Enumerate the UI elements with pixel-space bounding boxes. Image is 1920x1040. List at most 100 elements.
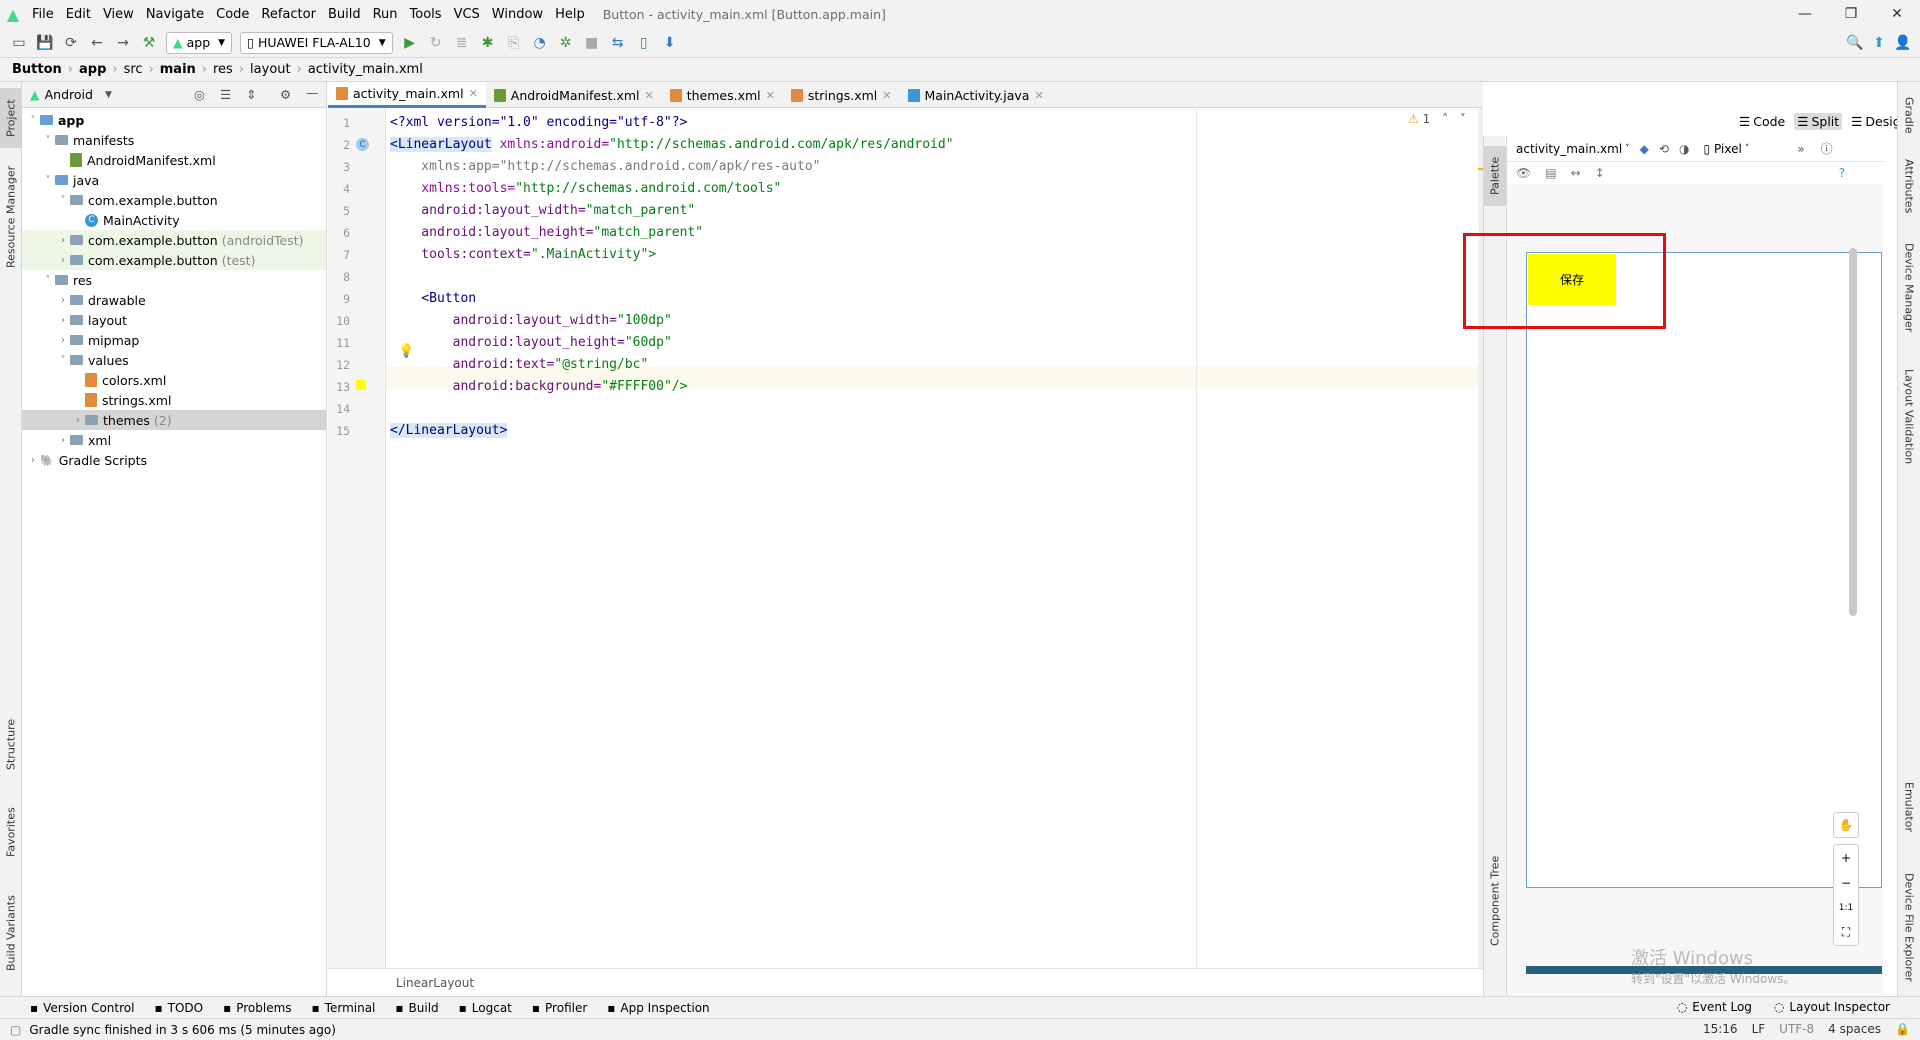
tab-layout-validation[interactable]: Layout Validation (1898, 352, 1920, 482)
chevron-right-icon[interactable]: › (56, 235, 70, 246)
bottom-tab-logcat[interactable]: ▪ Logcat (459, 1001, 512, 1015)
tab-attributes[interactable]: Attributes (1898, 148, 1920, 224)
zoom-actual-size[interactable]: 1:1 (1834, 895, 1858, 920)
menu-vcs[interactable]: VCS (448, 7, 486, 22)
chevron-down-icon[interactable]: ˅ (41, 175, 55, 186)
tab-resource-manager[interactable]: Resource Manager (0, 162, 22, 272)
chevron-down-icon[interactable]: ▼ (105, 90, 112, 100)
back-icon[interactable]: ← (84, 31, 110, 55)
device-select[interactable]: ▯ HUAWEI FLA-AL10 ▼ (240, 31, 393, 54)
editor-tab[interactable]: MainActivity.java ✕ (900, 82, 1052, 108)
editor-tab[interactable]: themes.xml ✕ (662, 82, 783, 108)
make-project-icon[interactable]: ⚒ (136, 31, 162, 55)
view-mode-split[interactable]: ☰ Split (1794, 113, 1843, 130)
attach-debugger-icon[interactable]: ⎘ (501, 31, 527, 55)
run-config-select[interactable]: ▲ app ▼ (166, 31, 233, 54)
menu-navigate[interactable]: Navigate (140, 7, 210, 22)
chevron-right-icon[interactable]: › (56, 295, 70, 306)
tab-build-variants[interactable]: Build Variants (0, 888, 22, 978)
tab-structure[interactable]: Structure (0, 710, 22, 778)
project-view-select[interactable]: Android (45, 87, 93, 102)
save-all-icon[interactable]: 💾 (32, 31, 58, 55)
forward-icon[interactable]: → (110, 31, 136, 55)
menu-help[interactable]: Help (549, 7, 591, 22)
open-folder-icon[interactable]: ▭ (6, 31, 32, 55)
tab-project[interactable]: Project (0, 88, 22, 148)
tree-item[interactable]: ˅ res (22, 270, 326, 290)
sdk-manager-icon[interactable]: ⬇ (657, 31, 683, 55)
bottom-tab-problems[interactable]: ▪ Problems (223, 1001, 291, 1015)
hide-panel-icon[interactable]: — (306, 85, 319, 100)
tab-device-file-explorer[interactable]: Device File Explorer (1898, 862, 1920, 992)
device-preview-frame[interactable]: 保存 (1526, 252, 1882, 888)
menu-window[interactable]: Window (486, 7, 549, 22)
status-panel-icon[interactable]: ▢ (10, 1023, 21, 1037)
tab-device-manager[interactable]: Device Manager (1898, 232, 1920, 344)
layout-file-select[interactable]: activity_main.xml (1516, 142, 1622, 156)
zoom-out-icon[interactable]: − (1834, 870, 1858, 895)
bottom-tab-todo[interactable]: ▪ TODO (154, 1001, 203, 1015)
bottom-tab-version-control[interactable]: ▪ Version Control (30, 1001, 134, 1015)
close-tab-icon[interactable]: ✕ (882, 89, 891, 102)
gradle-sync-icon[interactable]: ⇆ (605, 31, 631, 55)
editor-tab[interactable]: strings.xml ✕ (783, 82, 900, 108)
file-encoding[interactable]: UTF-8 (1779, 1022, 1814, 1036)
chevron-right-icon[interactable]: › (56, 435, 70, 446)
close-tab-icon[interactable]: ✕ (766, 89, 775, 102)
night-mode-icon[interactable]: ◑ (1679, 142, 1689, 156)
chevron-right-icon[interactable]: › (56, 335, 70, 346)
close-tab-icon[interactable]: ✕ (1034, 89, 1043, 102)
tree-item[interactable]: › drawable (22, 290, 326, 310)
chevron-up-icon[interactable]: ˄ (1442, 112, 1448, 126)
tree-item[interactable]: › com.example.button (test) (22, 250, 326, 270)
run-icon[interactable]: ▶ (397, 31, 423, 55)
chevron-down-icon[interactable]: ˅ (56, 195, 70, 206)
profile-icon[interactable]: ◔ (527, 31, 553, 55)
tree-item[interactable]: C MainActivity (22, 210, 326, 230)
bottom-tab-profiler[interactable]: ▪ Profiler (532, 1001, 587, 1015)
maximize-icon[interactable]: ❐ (1828, 0, 1874, 28)
tree-item[interactable]: ˅ java (22, 170, 326, 190)
menu-build[interactable]: Build (322, 7, 367, 22)
close-tab-icon[interactable]: ✕ (645, 89, 654, 102)
chevron-down-icon[interactable]: ˅ (56, 355, 70, 366)
orientation-icon[interactable]: ⟲ (1659, 142, 1669, 156)
tree-item[interactable]: colors.xml (22, 370, 326, 390)
eye-icon[interactable]: 👁 (1516, 166, 1531, 180)
menu-view[interactable]: View (97, 7, 140, 22)
breadcrumb-item[interactable]: app (79, 62, 106, 77)
view-mode-code[interactable]: ☰ Code (1736, 113, 1788, 130)
menu-tools[interactable]: Tools (404, 7, 448, 22)
chevron-right-icon[interactable]: › (26, 455, 40, 466)
rerun-icon[interactable]: ↻ (423, 31, 449, 55)
editor-tab[interactable]: AndroidManifest.xml ✕ (486, 82, 662, 108)
editor-tab[interactable]: activity_main.xml ✕ (328, 82, 486, 108)
vertical-resize-icon[interactable]: ↕ (1595, 166, 1605, 180)
gear-icon[interactable]: ⚙ (280, 87, 291, 102)
blueprint-icon[interactable]: ▤ (1545, 166, 1556, 180)
inspection-widget[interactable]: ⚠ 1 ˄ ˅ (1408, 112, 1466, 126)
menu-run[interactable]: Run (367, 7, 404, 22)
lock-icon[interactable]: 🔒 (1895, 1022, 1910, 1036)
tree-item[interactable]: strings.xml (22, 390, 326, 410)
help-icon[interactable]: ? (1839, 166, 1845, 180)
minimize-icon[interactable]: — (1782, 0, 1828, 28)
attach-profiler-icon[interactable]: ✲ (553, 31, 579, 55)
more-icon[interactable]: » (1797, 142, 1804, 156)
tree-item[interactable]: › xml (22, 430, 326, 450)
tree-item[interactable]: ˅ app (22, 110, 326, 130)
menu-refactor[interactable]: Refactor (255, 7, 322, 22)
caret-position[interactable]: 15:16 (1703, 1022, 1738, 1036)
debug-icon[interactable]: ✱ (475, 31, 501, 55)
chevron-right-icon[interactable]: › (71, 415, 85, 426)
tree-item[interactable]: › 🐘 Gradle Scripts (22, 450, 326, 470)
editor-breadcrumb-item[interactable]: LinearLayout (396, 976, 474, 990)
breadcrumb-item[interactable]: Button (12, 62, 62, 77)
breadcrumb-item[interactable]: src (124, 62, 143, 77)
collapse-all-icon[interactable]: ⇕ (246, 87, 256, 102)
tree-item[interactable]: › com.example.button (androidTest) (22, 230, 326, 250)
chevron-down-icon[interactable]: ˅ (41, 275, 55, 286)
tree-item[interactable]: › layout (22, 310, 326, 330)
line-separator[interactable]: LF (1752, 1022, 1766, 1036)
avd-manager-icon[interactable]: ▯ (631, 31, 657, 55)
